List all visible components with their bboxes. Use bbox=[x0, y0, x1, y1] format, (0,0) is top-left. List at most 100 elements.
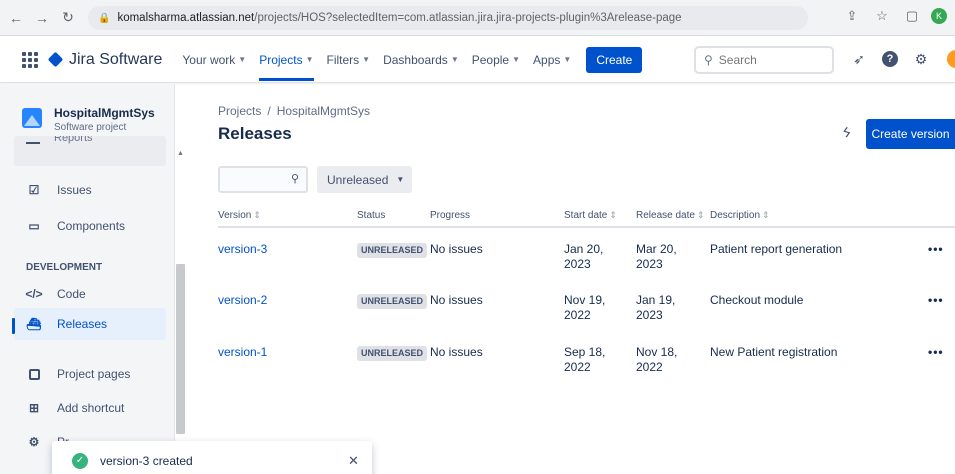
table-row: version-2 UNRELEASED No issues Nov 19, 2… bbox=[218, 279, 955, 331]
column-header-description[interactable]: Description ⇕ bbox=[710, 205, 920, 228]
sidebar-item-releases[interactable]: ⛴ Releases bbox=[14, 308, 166, 340]
forward-icon[interactable]: → bbox=[32, 10, 52, 26]
progress-cell: No issues bbox=[430, 242, 483, 256]
notifications-rocket-icon[interactable]: ➶ bbox=[850, 50, 868, 68]
scroll-up-arrow-icon[interactable]: ▲ bbox=[177, 150, 184, 157]
address-bar[interactable]: 🔒 komalsharma.atlassian.net/projects/HOS… bbox=[88, 6, 808, 30]
sidebar-item-code[interactable]: </> Code bbox=[14, 278, 166, 310]
project-header[interactable]: HospitalMgmtSys Software project bbox=[22, 106, 155, 133]
column-header-version[interactable]: Version ⇕ bbox=[218, 205, 357, 228]
breadcrumb-project[interactable]: HospitalMgmtSys bbox=[277, 104, 370, 118]
project-name: HospitalMgmtSys bbox=[54, 106, 155, 120]
project-sidebar: HospitalMgmtSys Software project Reports… bbox=[0, 84, 175, 474]
help-icon[interactable]: ? bbox=[881, 50, 899, 68]
more-actions-icon[interactable]: ••• bbox=[920, 227, 955, 279]
sidebar-scrollbar[interactable] bbox=[176, 264, 185, 434]
chevron-down-icon: ▼ bbox=[512, 55, 521, 64]
project-type: Software project bbox=[54, 122, 127, 133]
nav-people[interactable]: People ▼ bbox=[472, 53, 520, 67]
version-link[interactable]: version-3 bbox=[218, 227, 357, 279]
description-cell: New Patient registration bbox=[710, 345, 838, 359]
url-path: /projects/HOS?selectedItem=com.atlassian… bbox=[254, 12, 682, 24]
product-name: Jira Software bbox=[69, 50, 163, 68]
search-input[interactable] bbox=[718, 53, 819, 67]
status-badge: UNRELEASED bbox=[357, 243, 428, 258]
chevron-down-icon: ▼ bbox=[305, 55, 314, 64]
lock-icon: 🔒 bbox=[98, 12, 111, 24]
progress-cell: No issues bbox=[430, 345, 483, 359]
components-icon: ▭ bbox=[28, 219, 40, 233]
version-link[interactable]: version-1 bbox=[218, 331, 357, 383]
tab-window-icon[interactable]: ▢ bbox=[901, 8, 923, 24]
sidebar-item-reports[interactable]: Reports bbox=[14, 136, 166, 166]
jira-logo[interactable]: Jira Software bbox=[47, 50, 163, 69]
column-header-label: Status bbox=[357, 210, 386, 221]
release-search-input[interactable] bbox=[224, 172, 284, 186]
feedback-lightning-icon[interactable]: ϟ bbox=[841, 123, 852, 140]
section-label-development: DEVELOPMENT bbox=[26, 262, 103, 273]
column-header-label: Progress bbox=[430, 210, 471, 221]
sidebar-item-project-pages[interactable]: Project pages bbox=[14, 358, 166, 390]
nav-people-label: People bbox=[471, 52, 510, 67]
nav-projects[interactable]: Projects ▼ bbox=[259, 52, 314, 81]
nav-filters[interactable]: Filters ▼ bbox=[327, 53, 371, 67]
status-filter-dropdown[interactable]: Unreleased ▼ bbox=[317, 166, 412, 193]
breadcrumb-projects[interactable]: Projects bbox=[218, 104, 261, 118]
column-header-progress: Progress bbox=[430, 205, 564, 228]
column-header-start-date[interactable]: Start date ⇕ bbox=[564, 205, 636, 228]
breadcrumb-separator: / bbox=[267, 104, 271, 118]
sort-icon: ⇕ bbox=[253, 210, 261, 220]
app-switcher-icon[interactable] bbox=[22, 51, 38, 68]
issues-icon: ☑ bbox=[28, 183, 40, 197]
search-box[interactable]: ⚲ bbox=[694, 46, 834, 74]
column-header-status: Status bbox=[357, 205, 430, 228]
nav-apps-label: Apps bbox=[533, 52, 561, 67]
nav-your-work[interactable]: Your work ▼ bbox=[182, 53, 246, 67]
description-cell: Patient report generation bbox=[710, 242, 843, 256]
release-date-cell: Mar 20, 2023 bbox=[636, 242, 677, 271]
status-cell: UNRELEASED bbox=[357, 227, 430, 279]
reload-icon[interactable]: ↻ bbox=[58, 9, 78, 26]
success-check-icon: ✓ bbox=[72, 453, 88, 469]
sidebar-item-label: Issues bbox=[57, 183, 92, 197]
bookmark-star-icon[interactable]: ☆ bbox=[871, 8, 893, 24]
table-row: version-3 UNRELEASED No issues Jan 20, 2… bbox=[218, 227, 955, 279]
share-icon[interactable]: ⇪ bbox=[841, 8, 863, 24]
nav-filters-label: Filters bbox=[326, 52, 360, 67]
table-header-row: Version ⇕ Status Progress Start date ⇕ Rel… bbox=[218, 205, 955, 228]
chevron-down-icon: ▼ bbox=[563, 55, 572, 64]
progress-cell: No issues bbox=[430, 293, 483, 307]
back-icon[interactable]: ← bbox=[6, 10, 26, 26]
success-toast: ✓ version-3 created ✕ bbox=[52, 441, 372, 474]
close-icon[interactable]: ✕ bbox=[348, 453, 359, 469]
more-actions-icon[interactable]: ••• bbox=[920, 279, 955, 331]
status-cell: UNRELEASED bbox=[357, 331, 430, 383]
settings-gear-icon: ⚙ bbox=[28, 435, 40, 449]
sidebar-item-components[interactable]: ▭ Components bbox=[14, 210, 166, 242]
release-search-field[interactable]: ⚲ bbox=[218, 166, 308, 193]
start-date-cell: Nov 19, 2022 bbox=[564, 293, 606, 322]
sort-icon: ⇕ bbox=[696, 210, 705, 220]
reports-icon bbox=[26, 142, 40, 144]
nav-projects-label: Projects bbox=[259, 52, 303, 67]
create-version-button[interactable]: Create version bbox=[866, 119, 955, 149]
settings-gear-icon[interactable]: ⚙ bbox=[912, 50, 930, 68]
status-cell: UNRELEASED bbox=[357, 279, 430, 331]
more-actions-icon[interactable]: ••• bbox=[920, 331, 955, 383]
column-header-label: Start date bbox=[564, 210, 608, 221]
table-row: version-1 UNRELEASED No issues Sep 18, 2… bbox=[218, 331, 955, 383]
create-button[interactable]: Create bbox=[586, 46, 643, 73]
top-right-icons: ➶ ? ⚙ bbox=[850, 50, 955, 68]
browser-profile-avatar[interactable]: K bbox=[931, 8, 947, 24]
chevron-down-icon: ▼ bbox=[450, 55, 459, 64]
version-link[interactable]: version-2 bbox=[218, 279, 357, 331]
page-title: Releases bbox=[218, 124, 292, 143]
user-avatar[interactable] bbox=[947, 50, 955, 68]
sidebar-item-add-shortcut[interactable]: ⊞ Add shortcut bbox=[14, 392, 166, 424]
status-badge: UNRELEASED bbox=[357, 294, 428, 309]
sidebar-item-issues[interactable]: ☑ Issues bbox=[14, 174, 166, 206]
nav-dashboards[interactable]: Dashboards ▼ bbox=[383, 53, 459, 67]
column-header-release-date[interactable]: Release date ⇕ bbox=[636, 205, 710, 228]
sidebar-item-label: Add shortcut bbox=[57, 401, 125, 415]
nav-apps[interactable]: Apps ▼ bbox=[533, 53, 571, 67]
